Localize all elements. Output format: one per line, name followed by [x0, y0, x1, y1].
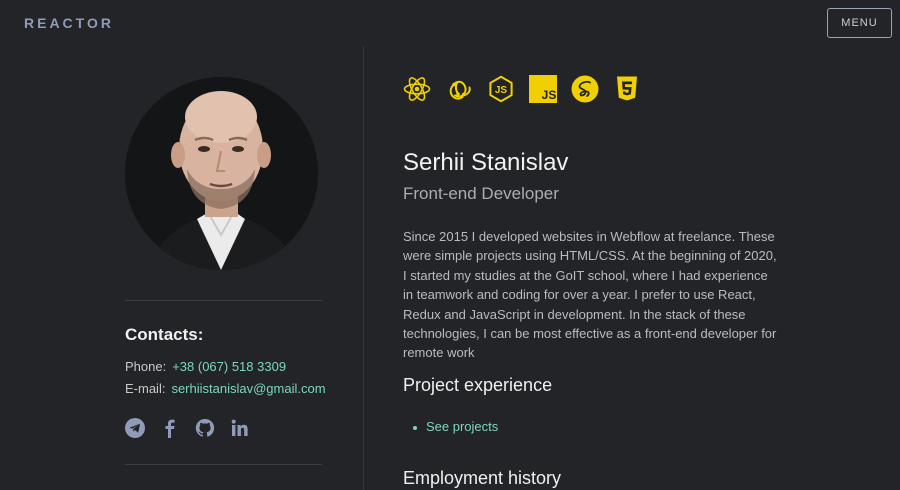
react-icon — [403, 75, 431, 103]
contacts-title: Contacts: — [125, 325, 204, 344]
tech-stack: JS JS — [403, 75, 641, 103]
social-links — [125, 418, 250, 438]
github-icon[interactable] — [195, 418, 215, 438]
nodejs-icon: JS — [487, 75, 515, 103]
html5-icon — [613, 75, 641, 103]
linkedin-icon[interactable] — [230, 418, 250, 438]
site-logo[interactable]: REACTOR — [24, 15, 114, 31]
profile-bio: Since 2015 I developed websites in Webfl… — [403, 229, 777, 361]
redux-icon — [445, 75, 473, 103]
facebook-icon[interactable] — [160, 418, 180, 438]
svg-text:JS: JS — [495, 85, 508, 96]
phone-link[interactable]: +38 (067) 518 3309 — [172, 359, 286, 374]
phone-label: Phone: — [125, 359, 167, 374]
column-divider — [363, 46, 364, 490]
projects-heading: Project experience — [403, 375, 553, 395]
avatar — [125, 77, 318, 270]
profile-name: Serhii Stanislav — [403, 149, 569, 176]
svg-text:JS: JS — [542, 88, 557, 102]
bullet-icon — [413, 425, 417, 430]
see-projects-link[interactable]: See projects — [426, 419, 498, 434]
telegram-icon[interactable] — [125, 418, 145, 438]
email-row: E-mail: serhiistanislav@gmail.com — [125, 381, 326, 396]
employment-heading: Employment history — [403, 468, 562, 488]
profile-role: Front-end Developer — [403, 184, 559, 203]
contacts-divider-bottom — [125, 464, 322, 465]
sass-icon — [571, 75, 599, 103]
email-link[interactable]: serhiistanislav@gmail.com — [171, 381, 325, 396]
contacts-divider-top — [125, 300, 322, 301]
projects-list: See projects — [413, 419, 498, 434]
email-label: E-mail: — [125, 381, 166, 396]
javascript-icon: JS — [529, 75, 557, 103]
menu-button[interactable]: MENU — [827, 8, 892, 38]
phone-row: Phone: +38 (067) 518 3309 — [125, 359, 286, 374]
